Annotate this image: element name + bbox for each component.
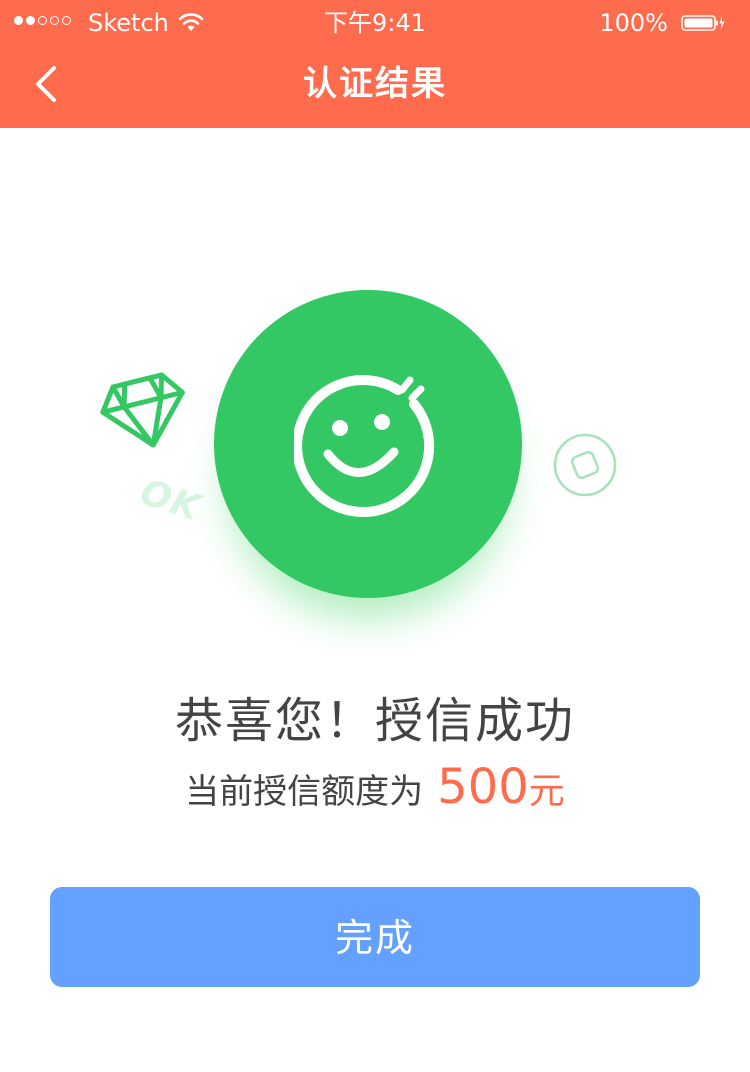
nav-header: Sketch 下午9:41 100% 认证结果 <box>0 0 750 128</box>
status-bar: Sketch 下午9:41 100% <box>0 0 750 44</box>
ok-decoration-text: OK <box>135 471 206 530</box>
coin-icon <box>553 433 617 497</box>
credit-limit-line: 当前授信额度为 500元 <box>0 756 750 829</box>
battery-percent: 100% <box>599 9 668 37</box>
done-button[interactable]: 完成 <box>50 887 700 987</box>
credit-limit-unit: 元 <box>528 771 565 812</box>
credit-limit-amount: 500 <box>437 759 529 815</box>
page-title: 认证结果 <box>303 64 447 104</box>
smiley-face-icon <box>294 375 435 517</box>
diamond-icon <box>100 372 185 448</box>
credit-limit-label: 当前授信额度为 <box>185 772 424 812</box>
success-illustration: OK <box>0 128 750 648</box>
success-title: 恭喜您！授信成功 <box>174 693 575 749</box>
battery-charging-icon <box>681 15 725 31</box>
